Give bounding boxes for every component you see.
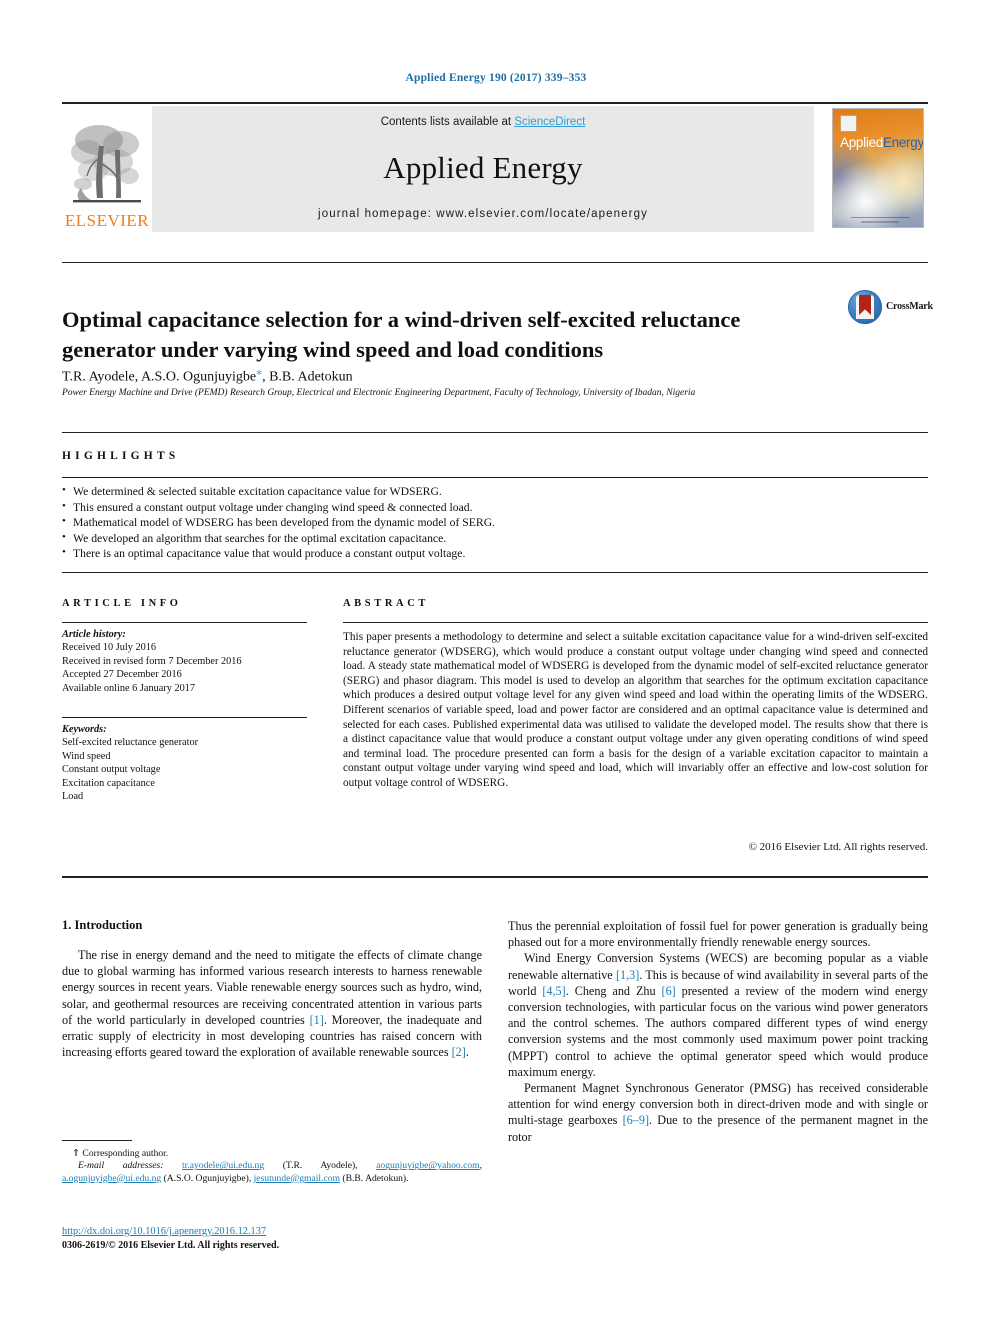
body-paragraph: The rise in energy demand and the need t… (62, 947, 482, 1060)
history-item: Received in revised form 7 December 2016 (62, 655, 242, 667)
abstract-heading: ABSTRACT (343, 598, 429, 609)
cover-elsevier-mark-icon (840, 115, 857, 132)
history-item: Available online 6 January 2017 (62, 682, 196, 694)
title-divider (62, 262, 928, 263)
keywords-label: Keywords: (62, 724, 107, 735)
article-history-label: Article history: (62, 629, 126, 640)
author-affiliation: Power Energy Machine and Drive (PEMD) Re… (62, 388, 696, 398)
body-column-left: 1. Introduction The rise in energy deman… (62, 918, 482, 1060)
history-item: Received 10 July 2016 (62, 642, 157, 654)
email-addresses-label: E-mail addresses: (78, 1160, 164, 1172)
footnote-block: ⇑ Corresponding author. E-mail addresses… (62, 1148, 482, 1185)
abstract-divider (343, 622, 928, 623)
citation-ref[interactable]: [4,5] (542, 984, 565, 998)
citation-ref[interactable]: [2] (452, 1045, 466, 1059)
author-list: T.R. Ayodele, A.S.O. Ogunjuyigbe⁎, B.B. … (62, 364, 928, 386)
email-owner: (A.S.O. Ogunjuyigbe), (161, 1172, 254, 1184)
journal-title: Applied Energy (383, 150, 583, 185)
body-paragraph: Thus the perennial exploitation of fossi… (508, 919, 928, 950)
page-title: Optimal capacitance selection for a wind… (62, 307, 741, 363)
email-owner: (B.B. Adetokun). (340, 1172, 409, 1184)
citation-ref[interactable]: [1] (310, 1013, 324, 1027)
keyword-item: Excitation capacitance (62, 777, 155, 789)
body-paragraph: Permanent Magnet Synchronous Generator (… (508, 1080, 928, 1145)
authors-primary: T.R. Ayodele, A.S.O. Ogunjuyigbe (62, 369, 257, 385)
cover-title: AppliedEnergy (840, 135, 924, 150)
email-link[interactable]: jesutunde@gmail.com (254, 1173, 340, 1184)
highlights-bottom-divider (62, 572, 928, 573)
keyword-item: Wind speed (62, 750, 111, 762)
journal-banner: Contents lists available at ScienceDirec… (152, 106, 814, 232)
keyword-item: Load (62, 791, 84, 803)
elsevier-tree-icon (69, 118, 145, 212)
highlights-list: We determined & selected suitable excita… (62, 483, 928, 562)
article-info-heading: ARTICLE INFO (62, 598, 182, 609)
section-heading-introduction: 1. Introduction (62, 918, 143, 932)
crossmark-circle-icon (848, 290, 882, 324)
email-addresses-note: E-mail addresses: tr.ayodele@ui.edu.ng (… (62, 1160, 482, 1185)
keyword-item: Self-excited reluctance generator (62, 737, 199, 749)
keyword-item: Constant output voltage (62, 764, 161, 776)
footnote-divider (62, 1140, 132, 1141)
abstract-text: This paper presents a methodology to det… (343, 631, 928, 789)
cover-image: AppliedEnergy (832, 108, 924, 228)
issn-copyright: 0306-2619/© 2016 Elsevier Ltd. All right… (62, 1239, 280, 1251)
list-item: We determined & selected suitable excita… (62, 483, 928, 500)
article-info-divider (62, 622, 307, 623)
abstract-copyright: © 2016 Elsevier Ltd. All rights reserved… (748, 841, 928, 853)
cover-title-word1: Applied (840, 135, 883, 150)
contents-prefix: Contents lists available at (380, 116, 515, 128)
citation-ref[interactable]: [6] (662, 984, 676, 998)
list-item: This ensured a constant output voltage u… (62, 499, 928, 516)
email-link[interactable]: aogunjuyigbe@yahoo.com (376, 1160, 479, 1171)
citation-ref[interactable]: [1,3] (616, 968, 639, 982)
citation-ref[interactable]: [6–9] (623, 1113, 649, 1127)
body-paragraph: Wind Energy Conversion Systems (WECS) ar… (508, 950, 928, 1080)
authors-secondary: , B.B. Adetokun (262, 369, 353, 385)
abstract-bottom-divider (62, 876, 928, 878)
list-item: We developed an algorithm that searches … (62, 530, 928, 547)
contents-lists-line: Contents lists available at ScienceDirec… (381, 116, 586, 128)
sciencedirect-link[interactable]: ScienceDirect (514, 116, 585, 128)
email-link[interactable]: tr.ayodele@ui.edu.ng (182, 1160, 264, 1171)
journal-masthead: ELSEVIER Contents lists available at Sci… (62, 102, 928, 232)
cover-footer-rule-2 (861, 221, 899, 223)
list-item: Mathematical model of WDSERG has been de… (62, 514, 928, 531)
keywords-divider (62, 717, 307, 718)
paragraph-text: . (465, 1045, 469, 1060)
doi-link[interactable]: http://dx.doi.org/10.1016/j.apenergy.201… (62, 1225, 492, 1239)
highlights-mid-divider (62, 477, 928, 478)
paragraph-text: presented a review of the modern wind en… (508, 983, 928, 1079)
email-sep: , (479, 1160, 482, 1172)
cover-footer-rule (851, 217, 909, 218)
journal-cover-thumbnail: AppliedEnergy (828, 106, 928, 232)
crossmark-badge[interactable]: CrossMark (848, 290, 933, 324)
email-link[interactable]: a.ogunjuyigbe@ui.edu.ng (62, 1173, 161, 1184)
body-column-right: Thus the perennial exploitation of fossi… (508, 918, 928, 1145)
cover-title-word2: Energy (882, 135, 924, 150)
journal-homepage-line[interactable]: journal homepage: www.elsevier.com/locat… (318, 208, 648, 220)
running-head: Applied Energy 190 (2017) 339–353 (405, 72, 587, 84)
elsevier-logo: ELSEVIER (62, 106, 152, 232)
corresponding-author-note: ⇑ Corresponding author. (72, 1148, 169, 1159)
highlights-top-divider (62, 432, 928, 433)
footer-doi-block: http://dx.doi.org/10.1016/j.apenergy.201… (62, 1225, 492, 1252)
article-first-page: Applied Energy 190 (2017) 339–353 ELSEVI… (0, 0, 992, 1323)
paragraph-text: . Cheng and Zhu (565, 983, 662, 998)
elsevier-wordmark: ELSEVIER (64, 211, 150, 230)
crossmark-label: CrossMark (886, 301, 933, 312)
keywords-block: Keywords: Self-excited reluctance genera… (62, 723, 312, 803)
list-item: There is an optimal capacitance value th… (62, 545, 928, 562)
article-history-block: Article history: Received 10 July 2016 R… (62, 628, 312, 695)
highlights-heading: HIGHLIGHTS (62, 450, 180, 462)
email-owner: (T.R. Ayodele), (264, 1160, 377, 1172)
history-item: Accepted 27 December 2016 (62, 669, 182, 681)
